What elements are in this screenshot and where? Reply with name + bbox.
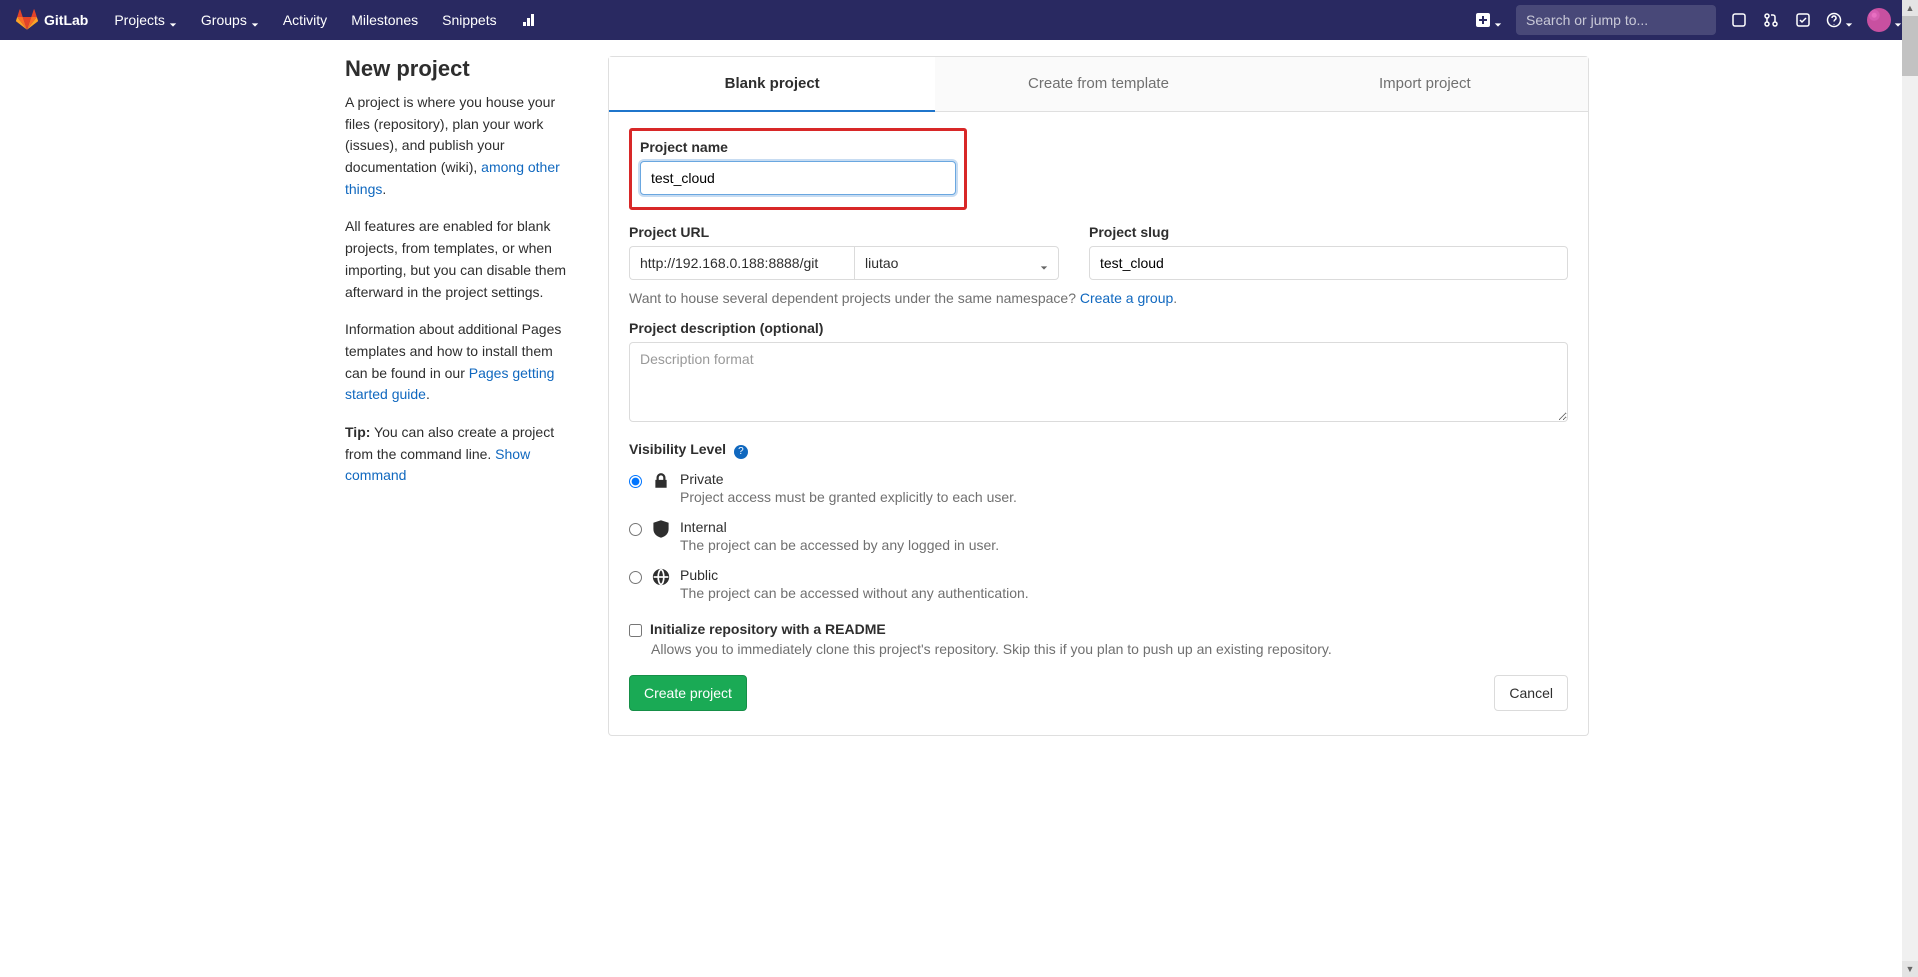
project-name-label: Project name — [640, 139, 956, 155]
project-url-label: Project URL — [629, 224, 1059, 240]
chevron-down-icon — [1894, 16, 1902, 24]
visibility-internal-radio[interactable] — [629, 523, 642, 536]
globe-icon — [652, 568, 670, 586]
todos-icon[interactable] — [1794, 11, 1812, 29]
visibility-help-icon[interactable]: ? — [734, 445, 748, 459]
cancel-button[interactable]: Cancel — [1494, 675, 1568, 711]
nav-activity[interactable]: Activity — [273, 6, 337, 34]
user-menu[interactable] — [1867, 8, 1902, 32]
init-readme-label: Initialize repository with a README — [650, 621, 886, 637]
plus-icon — [1476, 13, 1490, 27]
scroll-down-arrow[interactable]: ▼ — [1902, 961, 1918, 977]
gitlab-logo[interactable]: GitLab — [16, 9, 88, 31]
visibility-internal-sub: The project can be accessed by any logge… — [680, 537, 999, 553]
sidebar-p1: A project is where you house your files … — [345, 92, 568, 200]
tab-import-project[interactable]: Import project — [1262, 57, 1588, 111]
description-textarea[interactable] — [629, 342, 1568, 422]
side-info: New project A project is where you house… — [329, 56, 584, 736]
visibility-public-radio[interactable] — [629, 571, 642, 584]
chevron-down-icon — [1040, 259, 1048, 267]
nav-operations-icon[interactable] — [511, 6, 547, 34]
nav-groups[interactable]: Groups — [191, 6, 269, 34]
create-project-button[interactable]: Create project — [629, 675, 747, 711]
init-readme-sub: Allows you to immediately clone this pro… — [651, 641, 1568, 657]
vertical-scrollbar[interactable]: ▲ ▼ — [1902, 0, 1918, 977]
namespace-select[interactable]: liutao — [854, 246, 1059, 280]
scroll-thumb[interactable] — [1902, 16, 1918, 76]
new-project-form: Project name Project URL http://192.168.… — [608, 112, 1589, 736]
visibility-private-radio[interactable] — [629, 475, 642, 488]
topbar: GitLab Projects Groups Activity Mileston… — [0, 0, 1918, 40]
visibility-private-title: Private — [680, 471, 1017, 487]
create-group-link[interactable]: Create a group — [1080, 290, 1173, 306]
main-panel: Blank project Create from template Impor… — [608, 56, 1589, 736]
chevron-down-icon — [251, 16, 259, 24]
project-url-prefix: http://192.168.0.188:8888/git — [629, 246, 854, 280]
project-type-tabs: Blank project Create from template Impor… — [608, 56, 1589, 112]
project-name-input[interactable] — [640, 161, 956, 195]
page-title: New project — [345, 56, 568, 82]
visibility-internal-title: Internal — [680, 519, 999, 535]
scroll-up-arrow[interactable]: ▲ — [1902, 0, 1918, 16]
project-slug-input[interactable] — [1089, 246, 1568, 280]
chevron-down-icon — [169, 16, 177, 24]
project-name-highlight: Project name — [629, 128, 967, 210]
visibility-public-title: Public — [680, 567, 1029, 583]
tab-blank-project[interactable]: Blank project — [609, 57, 935, 112]
visibility-public-sub: The project can be accessed without any … — [680, 585, 1029, 601]
chevron-down-icon — [1845, 16, 1853, 24]
nav-projects[interactable]: Projects — [104, 6, 187, 34]
issues-icon[interactable] — [1730, 11, 1748, 29]
init-readme-checkbox[interactable] — [629, 624, 642, 637]
nav-snippets[interactable]: Snippets — [432, 6, 506, 34]
tab-create-from-template[interactable]: Create from template — [935, 57, 1261, 111]
tanuki-icon — [16, 9, 38, 31]
lock-icon — [652, 472, 670, 490]
namespace-hint: Want to house several dependent projects… — [629, 290, 1568, 306]
project-slug-label: Project slug — [1089, 224, 1568, 240]
search-box[interactable] — [1516, 5, 1716, 35]
nav-milestones[interactable]: Milestones — [341, 6, 428, 34]
shield-icon — [652, 520, 670, 538]
description-label: Project description (optional) — [629, 320, 1568, 336]
visibility-private-sub: Project access must be granted explicitl… — [680, 489, 1017, 505]
new-dropdown[interactable] — [1476, 13, 1502, 27]
merge-requests-icon[interactable] — [1762, 11, 1780, 29]
chevron-down-icon — [1494, 16, 1502, 24]
help-dropdown[interactable] — [1826, 11, 1853, 29]
avatar — [1867, 8, 1891, 32]
primary-nav: Projects Groups Activity Milestones Snip… — [104, 6, 546, 34]
brand-text: GitLab — [44, 12, 88, 28]
visibility-label: Visibility Level — [629, 441, 726, 457]
sidebar-p2: All features are enabled for blank proje… — [345, 216, 568, 303]
sidebar-p3: Information about additional Pages templ… — [345, 319, 568, 406]
topbar-right — [1476, 5, 1902, 35]
search-input[interactable] — [1526, 12, 1707, 28]
sidebar-tip: Tip: You can also create a project from … — [345, 422, 568, 487]
